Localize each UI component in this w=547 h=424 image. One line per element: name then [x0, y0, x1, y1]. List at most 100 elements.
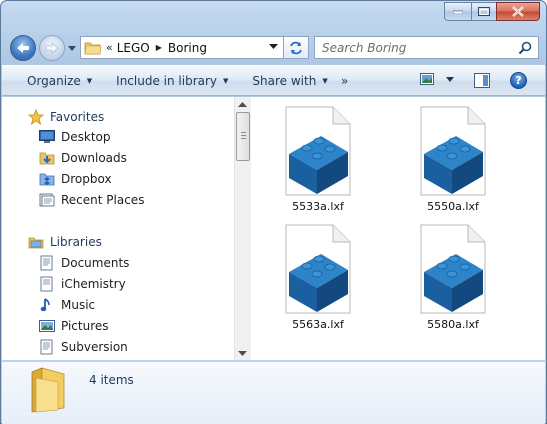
scrollbar-grip	[241, 138, 246, 139]
file-name: 5580a.lxf	[427, 318, 479, 331]
chevron-down-icon: ▼	[86, 76, 93, 85]
sidebar-item-label: Pictures	[61, 319, 109, 333]
sidebar-item-music[interactable]: Music	[39, 295, 95, 315]
command-bar: Organize ▼ Include in library ▼ Share wi…	[2, 65, 545, 96]
sidebar-item-pictures[interactable]: Pictures	[39, 316, 109, 336]
file-list: 5533a.lxf 5550a.lxf 5563a.lxf 5580a.lxf	[251, 97, 545, 360]
breadcrumb-lego[interactable]: LEGO	[117, 41, 150, 55]
breadcrumb-boring[interactable]: Boring	[168, 41, 207, 55]
sidebar-group-label: Favorites	[50, 110, 105, 124]
back-arrow-icon	[17, 43, 29, 53]
item-count: 4 items	[89, 373, 134, 387]
dropbox-folder-icon	[39, 171, 55, 187]
preview-pane-icon	[474, 73, 490, 88]
sidebar-item-downloads[interactable]: Downloads	[39, 148, 127, 168]
address-dropdown-icon[interactable]	[269, 44, 278, 50]
sidebar-group-libraries[interactable]: Libraries	[28, 232, 102, 252]
minimize-button[interactable]	[444, 2, 471, 21]
view-icon	[420, 73, 434, 85]
chevron-down-icon	[68, 45, 76, 51]
sidebar-item-label: iChemistry	[61, 277, 126, 291]
explorer-window: « LEGO ▶ Boring Organize ▼ Include in li…	[0, 0, 547, 424]
scrollbar-grip	[241, 132, 246, 133]
file-name: 5533a.lxf	[292, 200, 344, 213]
change-view-button[interactable]	[420, 73, 454, 85]
recent-places-icon	[39, 192, 55, 208]
close-button[interactable]	[496, 2, 540, 21]
minimize-icon	[453, 10, 463, 14]
more-commands-button[interactable]: »	[341, 74, 348, 88]
refresh-button[interactable]	[283, 37, 308, 58]
scrollbar-thumb[interactable]	[236, 112, 250, 161]
sidebar-item-label: Subversion	[61, 340, 128, 354]
sidebar-group-favorites[interactable]: Favorites	[28, 107, 104, 127]
scroll-up-arrow-icon[interactable]	[238, 102, 247, 107]
sidebar-item-subversion[interactable]: Subversion	[39, 337, 128, 357]
sidebar-group-label: Libraries	[50, 235, 102, 249]
breadcrumb-overflow[interactable]: «	[106, 41, 113, 54]
lego-brick-file-icon	[285, 224, 351, 314]
file-item[interactable]: 5563a.lxf	[258, 224, 378, 344]
sidebar-item-label: Music	[61, 298, 96, 312]
scroll-down-arrow-icon[interactable]	[238, 351, 247, 356]
libraries-icon	[28, 234, 44, 250]
file-name: 5563a.lxf	[292, 318, 344, 331]
file-name: 5550a.lxf	[427, 200, 479, 213]
recent-pages-button[interactable]	[67, 43, 77, 53]
organize-label: Organize	[27, 73, 81, 88]
include-in-library-label: Include in library	[116, 73, 218, 88]
sidebar-item-desktop[interactable]: Desktop	[39, 127, 111, 147]
back-button[interactable]	[10, 35, 36, 61]
search-input[interactable]	[322, 40, 512, 55]
downloads-folder-icon	[39, 150, 55, 166]
ichemistry-library-icon	[39, 276, 55, 292]
forward-arrow-icon	[45, 42, 59, 54]
desktop-icon	[39, 129, 55, 145]
details-pane: 4 items	[2, 361, 545, 424]
subversion-library-icon	[39, 339, 55, 355]
folder-icon	[31, 367, 65, 413]
maximize-button[interactable]	[471, 2, 496, 21]
search-icon[interactable]	[518, 41, 532, 55]
sidebar-item-label: Downloads	[61, 151, 127, 165]
sidebar-item-documents[interactable]: Documents	[39, 253, 129, 273]
file-item[interactable]: 5533a.lxf	[258, 106, 378, 226]
sidebar-item-label: Documents	[61, 256, 130, 270]
share-with-menu[interactable]: Share with ▼	[246, 70, 333, 92]
chevron-down-icon[interactable]	[446, 76, 454, 82]
scrollbar-grip	[241, 135, 246, 136]
music-note-icon	[39, 297, 55, 313]
sidebar-item-ichemistry[interactable]: iChemistry	[39, 274, 126, 294]
help-button[interactable]: ?	[510, 72, 527, 89]
refresh-icon	[290, 41, 302, 54]
forward-button[interactable]	[39, 35, 65, 61]
sidebar-item-label: Desktop	[61, 130, 111, 144]
preview-pane-button[interactable]	[474, 73, 490, 91]
close-icon	[512, 6, 524, 17]
navigation-pane-scrollbar[interactable]	[234, 97, 251, 360]
caption-buttons	[444, 2, 540, 21]
organize-menu[interactable]: Organize ▼	[21, 70, 98, 92]
lego-brick-file-icon	[285, 106, 351, 196]
pictures-icon	[39, 318, 55, 334]
include-in-library-menu[interactable]: Include in library ▼	[110, 70, 234, 92]
sidebar-item-dropbox[interactable]: Dropbox	[39, 169, 112, 189]
folder-icon	[84, 42, 102, 54]
documents-icon	[39, 255, 55, 271]
search-box[interactable]	[314, 36, 539, 59]
star-icon	[28, 109, 44, 125]
lego-brick-file-icon	[420, 106, 486, 196]
breadcrumb-separator-arrow-icon[interactable]: ▶	[156, 43, 162, 52]
sidebar-item-recent-places[interactable]: Recent Places	[39, 190, 144, 210]
lego-brick-file-icon	[420, 224, 486, 314]
file-item[interactable]: 5580a.lxf	[393, 224, 513, 344]
maximize-icon	[478, 7, 490, 16]
chevron-down-icon: ▼	[322, 76, 328, 85]
navigation-pane: Favorites Desktop Downloads Dropbox Rece…	[2, 97, 234, 360]
address-bar[interactable]: « LEGO ▶ Boring	[80, 36, 309, 59]
file-item[interactable]: 5550a.lxf	[393, 106, 513, 226]
share-with-label: Share with	[252, 73, 317, 88]
sidebar-item-label: Dropbox	[61, 172, 112, 186]
sidebar-item-label: Recent Places	[61, 193, 145, 207]
chevron-down-icon: ▼	[223, 76, 229, 85]
